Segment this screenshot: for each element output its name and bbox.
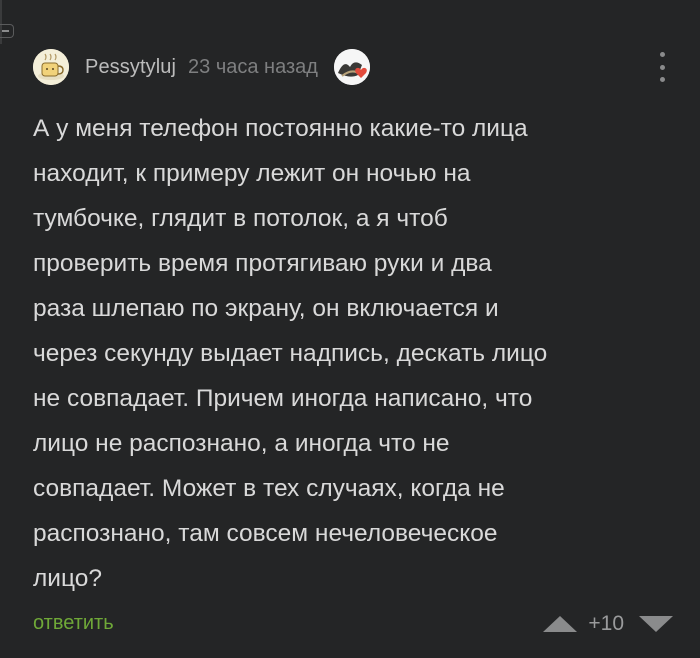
coffee-cup-avatar-icon bbox=[33, 49, 69, 85]
downvote-button[interactable] bbox=[638, 614, 674, 634]
more-dot bbox=[659, 52, 665, 57]
vote-controls: +10 bbox=[542, 608, 674, 640]
more-dot bbox=[659, 64, 665, 70]
more-options-button[interactable] bbox=[654, 52, 670, 82]
more-dot bbox=[659, 77, 665, 82]
upvote-button[interactable] bbox=[542, 614, 578, 634]
comment-text-line: распознано, там совсем нечеловеческое bbox=[33, 520, 498, 547]
comment-text: А у меня телефон постоянно какие-то лица… bbox=[33, 106, 683, 601]
comment-text-line: лицо? bbox=[33, 565, 102, 592]
arrow-down-icon bbox=[639, 616, 673, 632]
comment-text-line: раза шлепаю по экрану, он включается и bbox=[33, 295, 499, 322]
author-badge[interactable] bbox=[333, 49, 370, 85]
comment-timestamp[interactable]: 23 часа назад bbox=[188, 56, 318, 79]
comment-text-line: А у меня телефон постоянно какие-то лица bbox=[33, 115, 528, 142]
comment-rating: +10 bbox=[588, 612, 624, 635]
comment-text-line: через секунду выдает надпись, дескать ли… bbox=[33, 340, 548, 367]
comment-author[interactable]: Pessytyluj bbox=[85, 56, 176, 79]
arrow-up-icon bbox=[543, 616, 578, 632]
comment-text-line: не совпадает. Причем иногда написано, чт… bbox=[33, 385, 533, 412]
comment-text-line: находит, к примеру лежит он ночью на bbox=[33, 160, 471, 187]
thread-collapse-line[interactable] bbox=[0, 0, 20, 44]
comment-header: Pessytyluj 23 часа назад bbox=[33, 48, 670, 86]
comment-text-line: проверить время протягиваю руки и два bbox=[33, 250, 492, 277]
comment-text-line: тумбочке, глядит в потолок, а я чтоб bbox=[33, 205, 448, 232]
comment-text-line: совпадает. Может в тех случаях, когда не bbox=[33, 475, 505, 502]
user-avatar[interactable] bbox=[33, 49, 69, 85]
comment-text-line: лицо не распознано, а иногда что не bbox=[33, 430, 450, 457]
heart-badge-icon bbox=[333, 49, 370, 85]
collapse-icon[interactable] bbox=[0, 24, 14, 38]
reply-button[interactable]: ответить bbox=[33, 612, 114, 635]
